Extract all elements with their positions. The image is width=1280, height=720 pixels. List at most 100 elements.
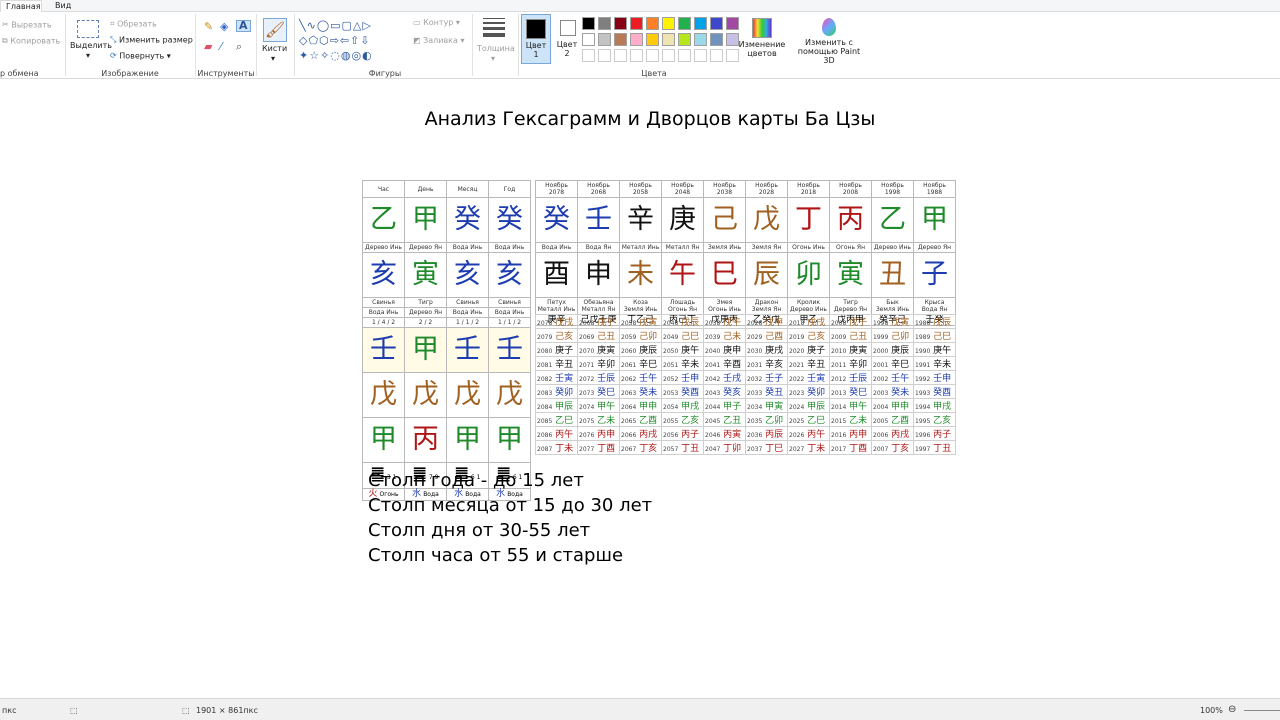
rotate-button[interactable]: ⟳ Повернуть ▾: [110, 51, 171, 62]
tab-home[interactable]: Главная: [0, 0, 42, 12]
annual-cell: 2015 乙未: [829, 412, 872, 427]
text-tool-icon[interactable]: A: [236, 20, 251, 32]
annual-cell: 2045 乙丑: [703, 412, 746, 427]
luck-branch-label: Бык Земля Инь: [871, 297, 914, 315]
color1-button[interactable]: Цвет 1: [521, 14, 551, 64]
palette-color-swatch[interactable]: [646, 17, 659, 30]
annual-ganzhi: 丙子: [678, 430, 700, 440]
earthly-branch: 亥: [362, 252, 405, 298]
annual-year: 2046: [705, 432, 721, 439]
palette-color-swatch[interactable]: [710, 17, 723, 30]
custom-color-slot[interactable]: [710, 49, 723, 62]
annual-ganzhi: 甲寅: [762, 402, 784, 412]
size-group[interactable]: Толщина ▾: [473, 12, 517, 79]
luck-month: Ноябрь: [713, 182, 736, 189]
annual-cell: 1991 辛未: [913, 356, 956, 371]
annual-year: 2026: [789, 432, 805, 439]
annual-cell: 2000 庚辰: [871, 342, 914, 357]
palette-color-swatch[interactable]: [630, 33, 643, 46]
palette-color-swatch[interactable]: [582, 17, 595, 30]
chevron-down-icon: ▾: [491, 54, 496, 63]
zoom-slider[interactable]: [1244, 710, 1280, 711]
annual-year: 2011: [831, 362, 847, 369]
hidden-stem: 戊: [362, 372, 405, 418]
fill-button[interactable]: ◩ Заливка ▾: [413, 36, 464, 46]
custom-color-slot[interactable]: [694, 49, 707, 62]
annual-year: 2027: [789, 446, 805, 453]
color-picker-icon[interactable]: ⁄: [220, 41, 222, 52]
custom-color-slot[interactable]: [630, 49, 643, 62]
luck-branch: 申: [577, 252, 620, 298]
palette-color-swatch[interactable]: [614, 33, 627, 46]
annual-cell: 2018 戊戌: [787, 314, 830, 329]
edit-colors-button[interactable]: Изменение цветов: [737, 14, 787, 64]
shapes-gallery[interactable]: ╲∿◯▭▢△▷ ◇⬠⬡⇨⇦⇧⇩ ✦☆✧◌◍◎◐: [299, 18, 405, 62]
brushes-group[interactable]: 🖌 Кисти ▾: [257, 12, 293, 79]
annual-year: 2020: [789, 348, 805, 355]
luck-pillar-header: Ноябрь 2008: [829, 180, 872, 198]
pillar-age-notes: Столп года - до 15 лет Столп месяца от 1…: [368, 468, 652, 568]
tab-view[interactable]: Вид: [50, 0, 76, 12]
luck-pillar-header: Ноябрь 2078: [535, 180, 578, 198]
resize-button[interactable]: ⤡ Изменить размер: [110, 35, 193, 46]
custom-color-slot[interactable]: [678, 49, 691, 62]
annual-cell: 2022 壬寅: [787, 370, 830, 385]
annual-year: 2034: [747, 404, 763, 411]
annual-ganzhi: 甲午: [846, 402, 868, 412]
custom-color-slot[interactable]: [582, 49, 595, 62]
custom-color-slot[interactable]: [598, 49, 611, 62]
palette-color-swatch[interactable]: [630, 17, 643, 30]
palette-color-swatch[interactable]: [598, 17, 611, 30]
palette-color-swatch[interactable]: [710, 33, 723, 46]
annual-cell: 1998 戊寅: [871, 314, 914, 329]
annual-cell: 2063 癸未: [619, 384, 662, 399]
annual-ganzhi: 癸亥: [720, 388, 742, 398]
copy-button[interactable]: ⧉ Копировать: [2, 36, 60, 47]
zoom-level: 100%: [1200, 706, 1223, 715]
luck-year: 2018: [800, 189, 817, 196]
fill-bucket-icon[interactable]: ◈: [220, 21, 228, 32]
annual-year: 2009: [831, 334, 847, 341]
hidden-stem: 甲: [362, 417, 405, 463]
palette-color-swatch[interactable]: [614, 17, 627, 30]
zoom-out-button[interactable]: ⊖: [1228, 704, 1236, 715]
eraser-icon[interactable]: ▰: [204, 41, 212, 52]
annual-cell: 2036 丙辰: [745, 426, 788, 441]
crop-button[interactable]: ⌗ Обрезать: [110, 19, 157, 30]
palette-color-swatch[interactable]: [646, 33, 659, 46]
cut-button[interactable]: ✂ Вырезать: [2, 20, 52, 31]
annual-year: 2080: [537, 348, 553, 355]
palette-color-swatch[interactable]: [678, 17, 691, 30]
luck-animal: Лошадь: [669, 299, 696, 306]
palette-color-swatch[interactable]: [582, 33, 595, 46]
annual-cell: 2067 丁亥: [619, 440, 662, 455]
outline-button[interactable]: ▭ Контур ▾: [413, 18, 460, 28]
color2-button[interactable]: Цвет 2: [553, 14, 583, 64]
pencil-icon[interactable]: ✎: [204, 21, 213, 32]
select-button[interactable]: Выделить ▾: [70, 20, 112, 61]
annual-ganzhi: 丁巳: [762, 444, 784, 454]
custom-color-slot[interactable]: [646, 49, 659, 62]
custom-color-slot[interactable]: [614, 49, 627, 62]
palette-color-swatch[interactable]: [662, 33, 675, 46]
annual-ganzhi: 庚子: [552, 346, 574, 356]
custom-color-slot[interactable]: [662, 49, 675, 62]
annual-ganzhi: 戊辰: [930, 318, 952, 328]
palette-color-swatch[interactable]: [598, 33, 611, 46]
annual-ganzhi: 辛未: [678, 360, 700, 370]
luck-branch-label: Змея Огонь Инь: [703, 297, 746, 315]
luck-month: Ноябрь: [671, 182, 694, 189]
luck-month: Ноябрь: [797, 182, 820, 189]
fill-icon: ◩: [413, 36, 421, 45]
magnifier-icon[interactable]: ⌕: [236, 41, 242, 52]
hidden-stem: 丙: [404, 417, 447, 463]
palette-color-swatch[interactable]: [678, 33, 691, 46]
palette-color-swatch[interactable]: [694, 17, 707, 30]
paint3d-button[interactable]: Изменить с помощью Paint 3D: [791, 14, 867, 65]
hidden-stem: 壬: [488, 327, 531, 373]
canvas[interactable]: Анализ Гексаграмм и Дворцов карты Ба Цзы…: [0, 80, 1280, 698]
palette-color-swatch[interactable]: [694, 33, 707, 46]
palette-color-swatch[interactable]: [662, 17, 675, 30]
annual-ganzhi: 庚午: [930, 346, 952, 356]
luck-branch: 子: [913, 252, 956, 298]
